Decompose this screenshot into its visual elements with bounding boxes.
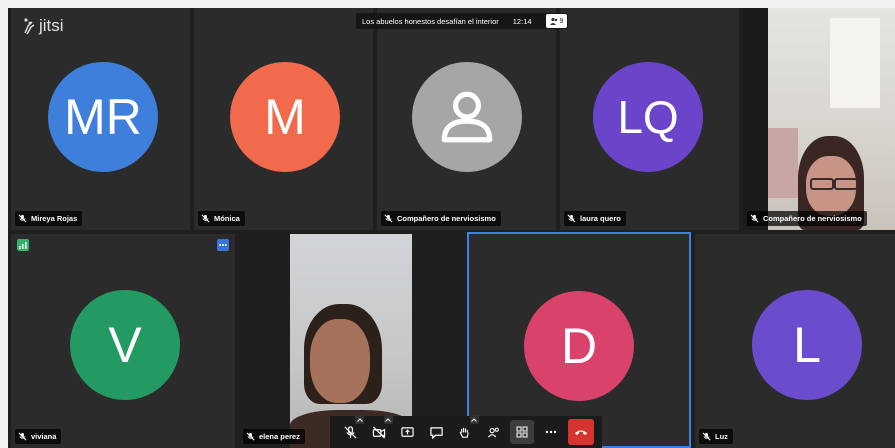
microphone-off-icon <box>344 425 357 438</box>
participant-tile-3[interactable]: Compañero de nerviosismo <box>377 8 556 230</box>
nameplate: Mireya Rojas <box>15 211 83 226</box>
meeting-time: 12:14 <box>512 16 532 26</box>
nameplate: Compañero de nerviosismo <box>747 211 867 226</box>
user-placeholder-icon <box>441 91 493 143</box>
chevron-up-icon <box>356 417 363 422</box>
mic-muted-icon <box>18 432 27 441</box>
reactions-caret[interactable] <box>469 415 479 424</box>
nameplate: Luz <box>699 429 733 444</box>
nameplate: Compañero de nerviosismo <box>381 211 501 226</box>
participant-name: elena perez <box>259 432 300 441</box>
raise-hand-icon <box>460 427 470 438</box>
participant-tile-1[interactable]: MR Mireya Rojas <box>11 8 190 230</box>
hangup-button[interactable] <box>567 419 594 445</box>
avatar: LQ <box>593 62 703 172</box>
mic-muted-icon <box>246 432 255 441</box>
meeting-title: Los abuelos honestos desafían el interio… <box>362 16 499 26</box>
connection-status-icon <box>17 239 29 251</box>
jitsi-logo-icon <box>24 18 35 35</box>
tile-view-icon <box>516 426 528 438</box>
more-options-icon[interactable] <box>217 239 229 251</box>
chevron-up-icon <box>385 417 392 422</box>
participant-tile-9[interactable]: L Luz <box>695 234 895 448</box>
logo-text: jitsi <box>39 16 64 35</box>
avatar: D <box>524 291 634 401</box>
participants-icon <box>487 427 499 438</box>
camera-off-icon <box>372 426 386 438</box>
participant-tile-4[interactable]: LQ laura quero <box>560 8 739 230</box>
participant-count-badge[interactable]: 9 <box>545 14 568 28</box>
chat-button[interactable] <box>424 420 448 444</box>
participant-name: laura quero <box>580 214 621 223</box>
jitsi-logo: jitsi <box>22 16 64 36</box>
participant-count: 9 <box>559 17 564 25</box>
meeting-stage: MR Mireya Rojas M Mónica Compañero de ne… <box>8 8 895 448</box>
participant-name: Mónica <box>214 214 240 223</box>
mic-muted-icon <box>384 214 393 223</box>
screen-share-button[interactable] <box>396 420 420 444</box>
hangup-icon <box>574 430 587 435</box>
mic-muted-icon <box>18 214 27 223</box>
avatar: L <box>752 290 862 400</box>
screen-share-icon <box>401 426 414 437</box>
participants-icon <box>549 17 557 25</box>
nameplate: viviana <box>15 429 62 444</box>
participant-name: viviana <box>31 432 57 441</box>
participants-button[interactable] <box>482 420 506 444</box>
chat-icon <box>430 426 443 439</box>
avatar: M <box>230 62 340 172</box>
mic-muted-icon <box>750 214 759 223</box>
chevron-up-icon <box>471 417 478 422</box>
avatar <box>412 62 522 172</box>
participant-name: Compañero de nerviosismo <box>763 214 862 223</box>
participant-tile-5[interactable]: Compañero de nerviosismo <box>743 8 895 230</box>
more-icon <box>545 430 557 434</box>
participant-tile-2[interactable]: M Mónica <box>194 8 373 230</box>
microphone-button[interactable] <box>338 415 365 444</box>
nameplate: elena perez <box>243 429 305 444</box>
participant-video <box>768 8 895 230</box>
video-settings-caret[interactable] <box>383 415 393 424</box>
avatar: MR <box>48 62 158 172</box>
nameplate: Mónica <box>198 211 245 226</box>
nameplate: laura quero <box>564 211 626 226</box>
tile-view-button[interactable] <box>510 420 535 444</box>
avatar: V <box>70 290 180 400</box>
meeting-info-bar: Los abuelos honestos desafían el interio… <box>356 13 569 29</box>
participant-name: Luz <box>715 432 728 441</box>
participant-tile-6[interactable]: V viviana <box>11 234 235 448</box>
mic-muted-icon <box>567 214 576 223</box>
meeting-toolbar <box>330 415 602 448</box>
mic-muted-icon <box>201 214 210 223</box>
mic-muted-icon <box>702 432 711 441</box>
audio-settings-caret[interactable] <box>355 415 365 424</box>
participant-name: Compañero de nerviosismo <box>397 214 496 223</box>
participant-name: Mireya Rojas <box>31 214 78 223</box>
more-actions-button[interactable] <box>539 420 563 444</box>
camera-button[interactable] <box>367 415 393 444</box>
raise-hand-button[interactable] <box>453 415 479 444</box>
